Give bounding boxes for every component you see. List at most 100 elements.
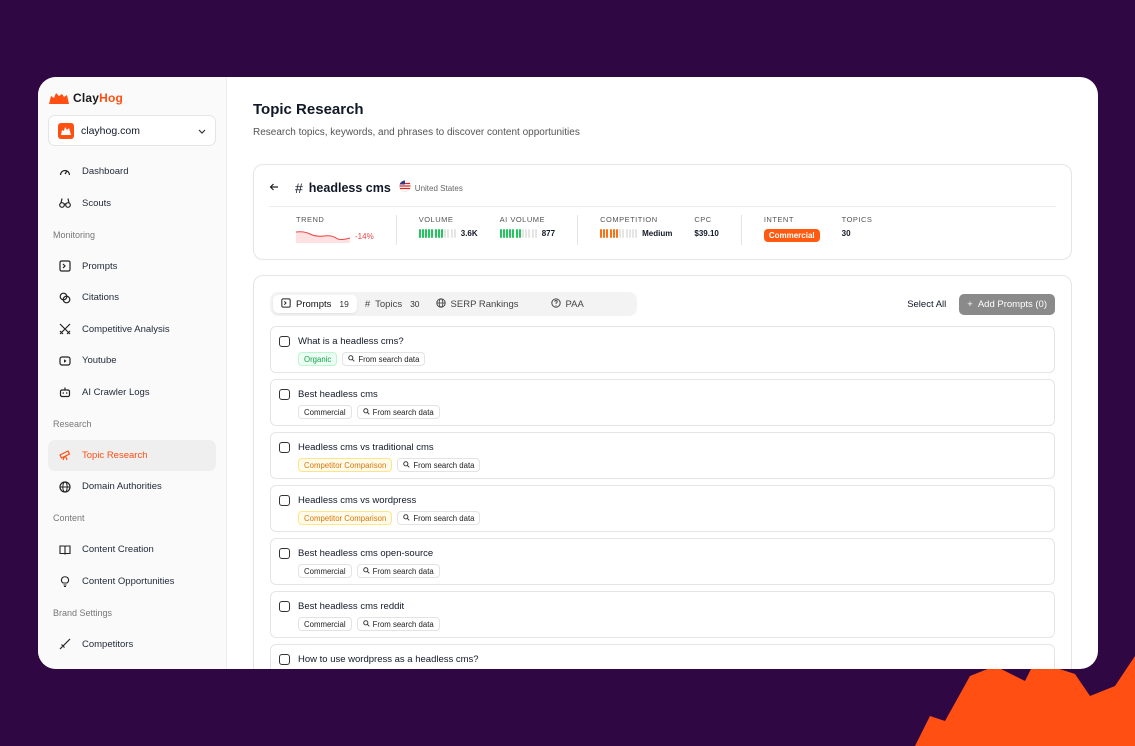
sidebar-item-topic-research[interactable]: Topic Research xyxy=(48,439,216,471)
swords-icon xyxy=(58,322,72,336)
level-bar xyxy=(521,229,524,238)
logo[interactable]: ClayHog xyxy=(48,89,216,107)
prompt-title: Best headless cms open-source xyxy=(298,548,434,559)
level-bar xyxy=(606,229,609,238)
level-bar xyxy=(428,229,431,238)
level-bar xyxy=(603,229,606,238)
level-bar xyxy=(628,229,631,238)
metric-competition: COMPETITION Medium xyxy=(600,215,673,238)
level-bar xyxy=(518,229,521,238)
sidebar-item-domain-authorities[interactable]: Domain Authorities xyxy=(48,471,216,503)
section-brand-settings: Brand Settings xyxy=(53,607,113,618)
sidebar-item-ai-crawler-logs[interactable]: AI Crawler Logs xyxy=(48,377,216,409)
level-bar xyxy=(635,229,638,238)
row-checkbox[interactable] xyxy=(279,495,290,506)
intent-badge: Commercial xyxy=(763,229,820,242)
sidebar-item-label: Topic Research xyxy=(82,449,148,461)
page-subtitle: Research topics, keywords, and phrases t… xyxy=(253,127,580,138)
tab-bar: Prompts 19 # Topics 30 SERP Rankings PAA xyxy=(270,292,637,316)
level-bar xyxy=(450,229,453,238)
prompt-row[interactable]: Headless cms vs wordpress Competitor Comp… xyxy=(270,485,1055,532)
level-bar xyxy=(619,229,622,238)
sidebar-item-scouts[interactable]: Scouts xyxy=(48,188,216,220)
level-bar xyxy=(531,229,534,238)
row-checkbox[interactable] xyxy=(279,389,290,400)
level-bar xyxy=(512,229,515,238)
search-icon xyxy=(362,566,370,576)
hog-logo-icon xyxy=(49,92,69,104)
lightbulb-icon xyxy=(58,574,72,588)
site-select-value: clayhog.com xyxy=(81,124,140,137)
sidebar-item-content-creation[interactable]: Content Creation xyxy=(48,534,216,566)
select-all-button[interactable]: Select All xyxy=(907,299,946,310)
level-bar xyxy=(425,229,428,238)
row-checkbox[interactable] xyxy=(279,548,290,559)
page-title: Topic Research xyxy=(253,101,364,118)
level-bar xyxy=(506,229,509,238)
source-tag: From search data xyxy=(342,352,426,366)
globe-icon xyxy=(435,297,446,311)
site-select[interactable]: clayhog.com xyxy=(48,115,216,146)
sidebar-item-label: Scouts xyxy=(82,197,112,209)
plus-icon: + xyxy=(967,298,973,310)
sidebar-item-content-opportunities[interactable]: Content Opportunities xyxy=(48,566,216,598)
level-bar xyxy=(509,229,512,238)
level-bar xyxy=(515,229,518,238)
tab-paa[interactable]: PAA xyxy=(543,295,592,313)
prompt-row[interactable]: Best headless cms open-source Commercial F… xyxy=(270,538,1055,585)
logo-text: ClayHog xyxy=(73,91,124,105)
level-bar xyxy=(525,229,528,238)
hash-icon: # xyxy=(364,298,371,310)
tab-topics[interactable]: # Topics 30 xyxy=(357,295,428,313)
tab-prompts[interactable]: Prompts 19 xyxy=(273,295,357,313)
level-bar xyxy=(609,229,612,238)
metric-volume: VOLUME 3.6K xyxy=(418,215,478,238)
prompt-row[interactable]: Headless cms vs traditional cms Competito… xyxy=(270,432,1055,479)
prompt-row[interactable]: What is a headless cms? Organic From searc… xyxy=(270,326,1055,373)
source-tag: From search data xyxy=(356,564,440,578)
tab-serp-rankings[interactable]: SERP Rankings xyxy=(428,295,527,313)
bot-icon xyxy=(58,385,72,399)
level-bar xyxy=(499,229,502,238)
globe-icon xyxy=(58,480,72,494)
prompt-row[interactable]: Best headless cms Commercial From search d… xyxy=(270,379,1055,426)
add-prompts-button[interactable]: + Add Prompts (0) xyxy=(959,293,1055,315)
search-icon xyxy=(403,460,410,470)
level-bar xyxy=(616,229,619,238)
hash-icon: # xyxy=(295,180,303,196)
prompt-row[interactable]: How to use wordpress as a headless cms? xyxy=(270,644,1055,669)
level-bar xyxy=(534,229,537,238)
intent-tag: Commercial xyxy=(298,617,352,631)
sidebar-item-citations[interactable]: Citations xyxy=(48,282,216,314)
sidebar-item-prompts[interactable]: Prompts xyxy=(48,251,216,283)
search-icon xyxy=(362,619,370,629)
sidebar-item-dashboard[interactable]: Dashboard xyxy=(48,156,216,188)
keyword-title: headless cms xyxy=(308,181,391,195)
sidebar-item-label: AI Crawler Logs xyxy=(82,386,150,398)
intent-tag: Competitor Comparison xyxy=(298,511,393,525)
level-bar xyxy=(441,229,443,238)
trend-value: -14% xyxy=(355,231,374,241)
level-bar xyxy=(444,229,447,238)
sidebar-item-competitors[interactable]: Competitors xyxy=(48,629,216,661)
metrics-row: TREND -14% VOLUME 3.6K AI VOLUME 877 COM… xyxy=(269,207,1056,251)
level-bar xyxy=(421,229,424,238)
intent-tag: Commercial xyxy=(298,564,352,578)
search-icon xyxy=(348,354,355,364)
row-checkbox[interactable] xyxy=(279,442,290,453)
level-bar xyxy=(600,229,603,238)
back-arrow-icon[interactable] xyxy=(269,179,279,197)
sidebar-item-youtube[interactable]: Youtube xyxy=(48,345,216,377)
sidebar-item-label: Competitive Analysis xyxy=(82,323,170,335)
row-checkbox[interactable] xyxy=(279,601,290,612)
prompt-row[interactable]: Best headless cms reddit Commercial From s… xyxy=(270,591,1055,638)
row-checkbox[interactable] xyxy=(279,336,290,347)
prompt-rows: What is a headless cms? Organic From searc… xyxy=(270,326,1055,669)
main-content: Topic Research Research topics, keywords… xyxy=(227,77,1098,669)
sidebar-item-label: Youtube xyxy=(82,355,117,367)
chevron-down-icon xyxy=(198,129,206,134)
sidebar-item-competitive-analysis[interactable]: Competitive Analysis xyxy=(48,314,216,346)
row-checkbox[interactable] xyxy=(279,654,290,665)
prompts-list-card: Prompts19 # Topics30 SERP Rankings PAA xyxy=(253,275,1072,669)
country-label: United States xyxy=(414,183,463,193)
